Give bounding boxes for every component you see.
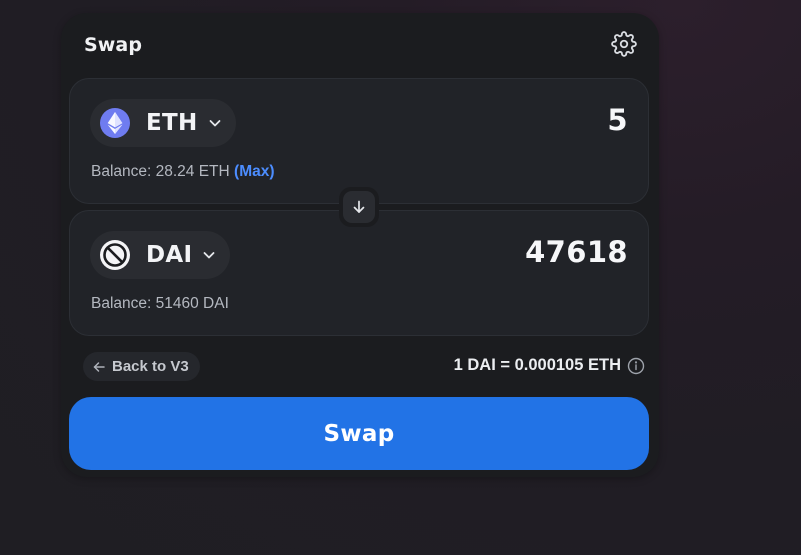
swap-footer-row: Back to V3 1 DAI = 0.000105 ETH	[83, 351, 645, 383]
buy-balance: Balance: 51460 DAI	[91, 295, 229, 313]
sell-token-symbol: ETH	[146, 110, 198, 136]
back-to-v3-button[interactable]: Back to V3	[83, 352, 200, 381]
sell-amount-input[interactable]	[328, 103, 628, 137]
sell-balance-text: Balance: 28.24 ETH	[91, 163, 230, 180]
chevron-down-icon	[203, 252, 215, 259]
buy-token-selector[interactable]: DAI	[90, 231, 231, 279]
swap-header: Swap	[84, 31, 637, 61]
switch-tokens-button[interactable]	[343, 191, 375, 223]
info-icon[interactable]	[627, 357, 645, 375]
buy-panel: DAI Balance: 51460 DAI	[69, 210, 649, 336]
arrow-down-icon	[353, 200, 365, 213]
back-to-v3-label: Back to V3	[112, 358, 189, 375]
arrow-left-icon	[93, 361, 105, 372]
gear-icon[interactable]	[611, 31, 637, 57]
swap-card: Swap ETH Balance:	[61, 13, 659, 477]
exchange-rate: 1 DAI = 0.000105 ETH	[454, 356, 645, 375]
swap-title: Swap	[84, 34, 143, 56]
buy-balance-text: Balance: 51460 DAI	[91, 295, 229, 312]
max-button[interactable]: (Max)	[234, 163, 274, 180]
exchange-rate-text: 1 DAI = 0.000105 ETH	[453, 356, 621, 374]
chevron-down-icon	[209, 120, 220, 127]
sell-balance: Balance: 28.24 ETH (Max)	[91, 163, 275, 181]
sell-token-selector[interactable]: ETH	[90, 99, 236, 147]
switch-tokens-button-frame	[339, 187, 379, 227]
ethereum-icon	[100, 108, 130, 138]
buy-token-symbol: DAI	[146, 242, 193, 268]
buy-amount-input[interactable]	[328, 235, 628, 269]
sell-panel: ETH Balance: 28.24 ETH (Max)	[69, 78, 649, 204]
swap-button[interactable]: Swap	[69, 397, 649, 470]
dai-icon	[100, 240, 130, 270]
